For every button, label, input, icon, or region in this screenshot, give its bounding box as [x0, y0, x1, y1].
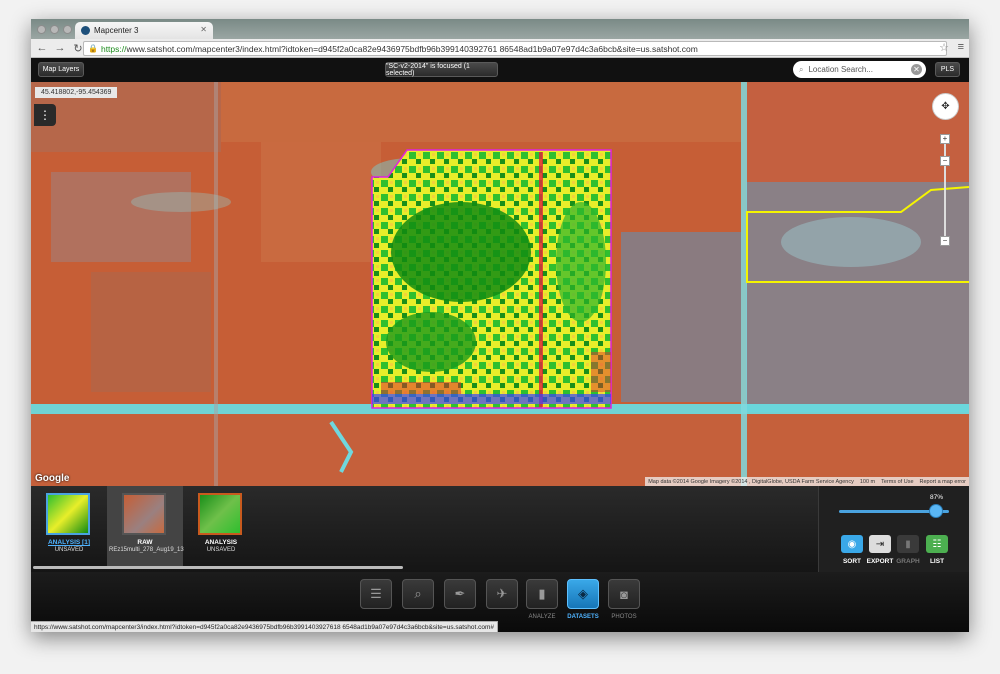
dataset-card-analysis-1[interactable]: ANALYSIS [1] UNSAVED: [31, 486, 107, 567]
datasets-icon[interactable]: ◈: [567, 579, 599, 609]
dataset-thumbnail: [198, 493, 242, 535]
main-toolbar: ☰ ⌕ ✒ ✈ ▮ ◈ ◙ ANALYZE DATASETS PHOTOS ht…: [31, 572, 969, 632]
scale-text: 100 m: [859, 478, 876, 485]
location-search-input[interactable]: ⌕ Location Search... ✕: [793, 61, 926, 78]
search-icon: ⌕: [799, 64, 804, 74]
export-icon[interactable]: ⇥: [869, 535, 891, 553]
browser-window: Mapcenter 3 ✕ ← → ↻ 🔒 https://www.satsho…: [31, 19, 969, 632]
dataset-title: RAW: [137, 539, 153, 546]
coordinates-readout: 45.418802,-95.454369: [35, 87, 118, 98]
dataset-card-raw[interactable]: RAW REz15multi_278_Aug19_13: [107, 486, 184, 567]
map-layers-button[interactable]: Map Layers: [38, 62, 84, 77]
status-bar-url: https://www.satshot.com/mapcenter3/index…: [31, 621, 499, 632]
datasets-scrollbar[interactable]: [33, 566, 403, 569]
camera-icon[interactable]: ◙: [608, 579, 640, 609]
list-label[interactable]: LIST: [920, 558, 954, 565]
layers-list-icon[interactable]: ☰: [360, 579, 392, 609]
tab-strip: Mapcenter 3 ✕: [31, 19, 969, 39]
opacity-slider-handle[interactable]: [929, 504, 943, 518]
forward-icon[interactable]: →: [53, 42, 67, 54]
datasets-label[interactable]: DATASETS: [563, 614, 603, 620]
zoom-in-icon[interactable]: +: [940, 134, 950, 144]
address-bar[interactable]: 🔒 https://www.satshot.com/mapcenter3/ind…: [83, 41, 947, 56]
dataset-subtitle: REz15multi_278_Aug19_13: [109, 547, 184, 553]
url-scheme: https://: [100, 43, 127, 54]
close-tab-icon[interactable]: ✕: [200, 25, 207, 34]
map-canvas[interactable]: 45.418802,-95.454369 ⋮ ✥ + − − Google Ma…: [31, 82, 969, 486]
zoom-out-icon[interactable]: −: [940, 236, 950, 246]
analyze-icon[interactable]: ▮: [526, 579, 558, 609]
favicon-icon: [81, 26, 90, 35]
graph-icon: ▮: [897, 535, 919, 553]
map-options-icon[interactable]: ⋮: [34, 104, 56, 126]
dataset-subtitle: UNSAVED: [54, 547, 84, 553]
map-attribution: Map data ©2014 Google Imagery ©2014 , Di…: [645, 477, 969, 486]
analyze-label[interactable]: ANALYZE: [522, 614, 562, 620]
report-link[interactable]: Report a map error: [920, 479, 966, 485]
zoom-handle-icon[interactable]: −: [940, 156, 950, 166]
dataset-subtitle: UNSAVED: [206, 547, 236, 553]
browser-menu-icon[interactable]: ≡: [958, 41, 964, 53]
tab-title: Mapcenter 3: [94, 26, 139, 35]
satellite-imagery: [31, 82, 969, 486]
pen-icon[interactable]: ✒: [444, 579, 476, 609]
dataset-thumbnail: [46, 493, 90, 535]
search-placeholder: Location Search...: [808, 65, 873, 74]
zoom-slider-track[interactable]: [944, 134, 946, 240]
opacity-percent: 87%: [930, 494, 944, 501]
window-controls[interactable]: [37, 25, 72, 34]
url-text: www.satshot.com/mapcenter3/index.html?id…: [126, 43, 698, 54]
dataset-thumbnail: [122, 493, 166, 535]
dataset-card-analysis-2[interactable]: ANALYSIS UNSAVED: [183, 486, 259, 567]
search-map-icon[interactable]: ⌕: [402, 579, 434, 609]
display-controls: 87% ◉ ⇥ ▮ ☷ SORT EXPORT GRAPH LIST: [818, 486, 969, 572]
terms-link[interactable]: Terms of Use: [881, 479, 913, 485]
maximize-window-icon[interactable]: [63, 25, 72, 34]
dataset-title: ANALYSIS: [204, 539, 238, 546]
focus-status-button[interactable]: "SC-v2-2014" is focused (1 selected): [385, 62, 498, 77]
satellite-icon[interactable]: ✈: [486, 579, 518, 609]
list-icon[interactable]: ☷: [926, 535, 948, 553]
close-window-icon[interactable]: [37, 25, 46, 34]
sort-icon[interactable]: ◉: [841, 535, 863, 553]
photos-label[interactable]: PHOTOS: [604, 614, 644, 620]
back-icon[interactable]: ←: [35, 42, 49, 54]
lock-icon: 🔒: [88, 44, 98, 53]
datasets-panel: ANALYSIS [1] UNSAVED RAW REz15multi_278_…: [31, 486, 818, 572]
google-logo: Google: [35, 473, 70, 484]
pls-button[interactable]: PLS: [935, 62, 960, 77]
browser-tab[interactable]: Mapcenter 3 ✕: [75, 22, 213, 39]
bookmark-star-icon[interactable]: ☆: [939, 41, 949, 54]
browser-toolbar: ← → ↻ 🔒 https://www.satshot.com/mapcente…: [31, 39, 969, 58]
pan-control-icon[interactable]: ✥: [932, 93, 959, 120]
clear-search-icon[interactable]: ✕: [911, 64, 922, 75]
app-header: Map Layers "SC-v2-2014" is focused (1 se…: [31, 58, 969, 82]
map-data-text: Map data ©2014 Google Imagery ©2014 , Di…: [648, 478, 854, 485]
minimize-window-icon[interactable]: [50, 25, 59, 34]
dataset-title[interactable]: ANALYSIS [1]: [31, 539, 107, 546]
